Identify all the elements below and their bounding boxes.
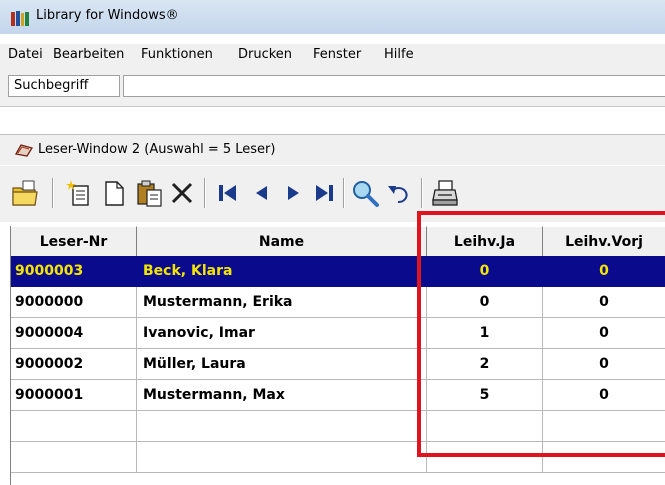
toolbar-separator xyxy=(52,178,54,208)
menu-bar: Datei Bearbeiten Funktionen Drucken Fens… xyxy=(0,44,665,67)
toolbar-separator xyxy=(204,178,206,208)
cell-name[interactable]: Müller, Laura xyxy=(137,349,427,380)
empty-cell[interactable] xyxy=(11,411,137,442)
child-window-title: Leser-Window 2 (Auswahl = 5 Leser) xyxy=(38,142,276,157)
new-record-icon[interactable] xyxy=(64,178,94,208)
menu-datei[interactable]: Datei xyxy=(8,47,43,62)
menu-drucken[interactable]: Drucken xyxy=(238,47,292,62)
print-icon[interactable] xyxy=(430,178,460,208)
cell-leser-nr[interactable]: 9000001 xyxy=(11,380,137,411)
next-record-icon[interactable] xyxy=(278,178,308,208)
delete-icon[interactable] xyxy=(167,178,197,208)
column-header-name[interactable]: Name xyxy=(137,226,427,256)
first-record-icon[interactable] xyxy=(213,178,243,208)
cell-name[interactable]: Ivanovic, Imar xyxy=(137,318,427,349)
cell-leser-nr[interactable]: 9000004 xyxy=(11,318,137,349)
menu-funktionen[interactable]: Funktionen xyxy=(141,47,213,62)
reader-card-icon xyxy=(15,144,33,157)
empty-cell[interactable] xyxy=(11,442,137,473)
search-input[interactable] xyxy=(123,75,665,97)
toolbar-separator xyxy=(343,178,345,208)
last-record-icon[interactable] xyxy=(309,178,339,208)
previous-record-icon[interactable] xyxy=(247,178,277,208)
highlight-annotation-box xyxy=(417,211,665,457)
menu-fenster[interactable]: Fenster xyxy=(313,47,361,62)
window-title: Library for Windows® xyxy=(36,8,179,23)
cell-leser-nr[interactable]: 9000002 xyxy=(11,349,137,380)
search-label-box: Suchbegriff xyxy=(8,75,120,97)
menu-bearbeiten[interactable]: Bearbeiten xyxy=(53,47,124,62)
child-window-titlebar: Leser-Window 2 (Auswahl = 5 Leser) xyxy=(0,134,665,165)
toolbar-separator xyxy=(421,178,423,208)
menu-hilfe[interactable]: Hilfe xyxy=(384,47,414,62)
paste-icon[interactable] xyxy=(134,178,164,208)
empty-cell[interactable] xyxy=(137,411,427,442)
blank-page-icon[interactable] xyxy=(99,178,129,208)
title-bar: Library for Windows® xyxy=(0,0,665,34)
cell-name[interactable]: Beck, Klara xyxy=(137,256,427,287)
library-books-icon xyxy=(11,11,29,26)
search-icon[interactable] xyxy=(350,178,380,208)
column-header-leser-nr[interactable]: Leser-Nr xyxy=(11,226,137,256)
search-label: Suchbegriff xyxy=(14,78,89,93)
empty-cell[interactable] xyxy=(137,442,427,473)
cell-leser-nr[interactable]: 9000000 xyxy=(11,287,137,318)
open-folder-icon[interactable] xyxy=(10,178,40,208)
cell-name[interactable]: Mustermann, Erika xyxy=(137,287,427,318)
cell-leser-nr[interactable]: 9000003 xyxy=(11,256,137,287)
search-bar: Suchbegriff xyxy=(0,66,665,107)
undo-icon[interactable] xyxy=(384,178,414,208)
cell-name[interactable]: Mustermann, Max xyxy=(137,380,427,411)
